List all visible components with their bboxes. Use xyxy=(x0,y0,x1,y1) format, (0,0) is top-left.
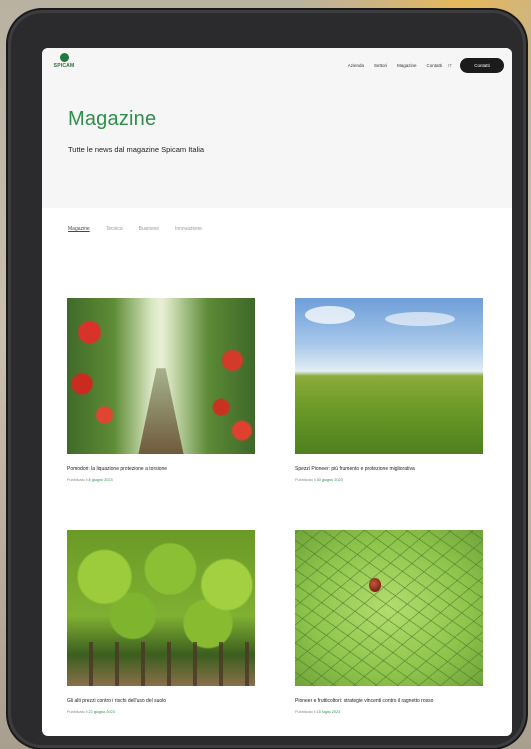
article-card[interactable]: Spezzi Pioneer: più frumento e protezion… xyxy=(295,298,483,482)
article-card[interactable]: Gli alti prezzi contro i rischi dell'uso… xyxy=(67,530,255,714)
cloud xyxy=(305,306,355,324)
article-image-wheat-field[interactable] xyxy=(295,298,483,454)
logo-text: SPICAM xyxy=(53,63,75,69)
tab-tecnica[interactable]: Tecnica xyxy=(106,226,123,260)
article-meta-prefix: Pubblicato il xyxy=(295,710,316,714)
article-meta: Pubblicato il 30 giugno 2023 xyxy=(295,478,483,482)
article-image-tomatoes[interactable] xyxy=(67,298,255,454)
page-title: Magazine xyxy=(68,108,157,130)
article-meta-prefix: Pubblicato il xyxy=(67,710,88,714)
article-meta: Pubblicato il 15 luglio 2023 xyxy=(295,710,483,714)
language-switch[interactable]: IT xyxy=(448,63,452,68)
page-subtitle: Tutte le news dal magazine Spicam Italia xyxy=(68,145,205,154)
nav-item-contatti[interactable]: Contatti xyxy=(426,63,442,68)
article-date: 15 luglio 2023 xyxy=(316,710,341,714)
hero-section: Magazine Tutte le news dal magazine Spic… xyxy=(42,88,512,208)
article-title[interactable]: Spezzi Pioneer: più frumento e protezion… xyxy=(295,466,483,473)
cloud xyxy=(385,312,455,326)
article-meta-prefix: Pubblicato il xyxy=(67,478,88,482)
greenhouse-path xyxy=(138,368,184,454)
mite-icon xyxy=(369,578,381,592)
tab-innovazione[interactable]: Innovazione xyxy=(175,226,202,260)
contact-button[interactable]: Contatti xyxy=(460,58,504,73)
article-meta: Pubblicato il 8 giugno 2023 xyxy=(67,478,255,482)
article-image-orchard[interactable] xyxy=(67,530,255,686)
tree-trunks xyxy=(67,642,255,686)
nav-item-settori[interactable]: Settori xyxy=(374,63,387,68)
article-image-leaf[interactable] xyxy=(295,530,483,686)
tab-business[interactable]: Business xyxy=(139,226,159,260)
tablet-screen: SPICAM Azienda Settori Magazine Contatti… xyxy=(42,48,512,736)
tab-magazine[interactable]: Magazine xyxy=(68,226,90,260)
article-card[interactable]: Pioneer e frutticoltori: strategie vince… xyxy=(295,530,483,714)
article-meta-prefix: Pubblicato il xyxy=(295,478,316,482)
site-logo[interactable]: SPICAM xyxy=(52,53,76,69)
article-title[interactable]: Pomodori: la liquazione protezione a tor… xyxy=(67,466,255,473)
article-card[interactable]: Pomodori: la liquazione protezione a tor… xyxy=(67,298,255,482)
article-title[interactable]: Gli alti prezzi contro i rischi dell'uso… xyxy=(67,698,255,705)
article-date: 30 giugno 2023 xyxy=(316,478,343,482)
article-date: 22 giugno 2023 xyxy=(88,710,115,714)
nav-item-azienda[interactable]: Azienda xyxy=(348,63,364,68)
nav-item-magazine[interactable]: Magazine xyxy=(397,63,417,68)
category-tabs: Magazine Tecnica Business Innovazione xyxy=(42,208,512,260)
article-title[interactable]: Pioneer e frutticoltori: strategie vince… xyxy=(295,698,483,705)
article-date: 8 giugno 2023 xyxy=(88,478,113,482)
article-meta: Pubblicato il 22 giugno 2023 xyxy=(67,710,255,714)
site-header: SPICAM Azienda Settori Magazine Contatti… xyxy=(42,48,512,88)
logo-icon xyxy=(59,53,69,62)
tablet-device: SPICAM Azienda Settori Magazine Contatti… xyxy=(8,10,526,748)
main-nav: Azienda Settori Magazine Contatti xyxy=(348,63,442,68)
